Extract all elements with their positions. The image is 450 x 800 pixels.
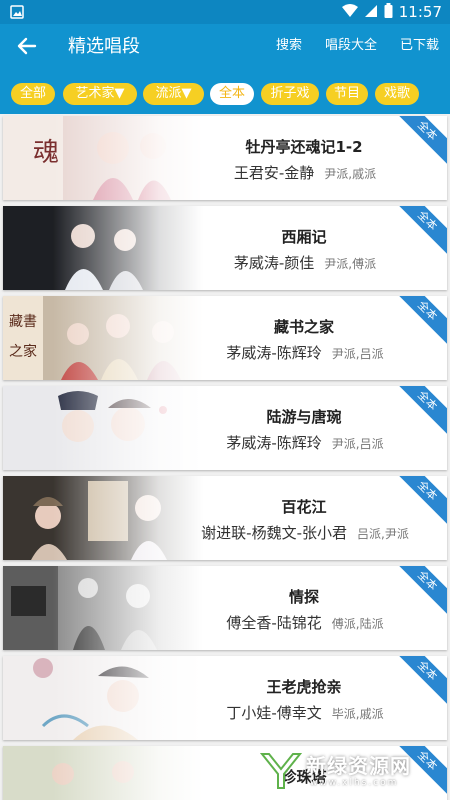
play-title: 陆游与唐琬 bbox=[266, 408, 342, 426]
page-title: 精选唱段 bbox=[68, 36, 140, 57]
play-title: 百花江 bbox=[281, 498, 327, 516]
play-meta: 丁小娃-傅幸文 毕派,戚派 bbox=[183, 702, 427, 723]
filter-chip-all[interactable]: 全部 bbox=[11, 83, 55, 105]
performers: 丁小娃-傅幸文 bbox=[226, 704, 322, 722]
play-title: 藏书之家 bbox=[273, 318, 334, 336]
list-item[interactable]: 百花江 谢进联-杨魏文-张小君 吕派,尹派 全本 bbox=[3, 476, 447, 560]
cover-thumbnail: 藏書之家 bbox=[3, 296, 203, 380]
all-arias-button[interactable]: 唱段大全 bbox=[325, 37, 377, 55]
aria-list: 魂 牡丹亭还魂记1-2 王君安-金静尹派,戚派 全本 西厢记 茅威涛-颜佳尹派,… bbox=[0, 114, 450, 800]
school-tag: 尹派,戚派 bbox=[324, 167, 377, 181]
filter-chip-artist[interactable]: 艺术家▼ bbox=[63, 83, 137, 105]
school-tag: 尹派,吕派 bbox=[331, 347, 384, 361]
list-item[interactable]: 西厢记 茅威涛-颜佳 尹派,傅派 全本 bbox=[3, 206, 447, 290]
list-item[interactable]: 情探 傅全香-陆锦花 傅派,陆派 全本 bbox=[3, 566, 447, 650]
filter-chip-excerpt[interactable]: 折子戏 bbox=[261, 83, 319, 105]
gallery-notification-icon bbox=[10, 4, 24, 23]
filter-bar: 全部 艺术家▼ 流派▼ 全本 折子戏 节目 戏歌 bbox=[0, 68, 450, 114]
performers: 谢进联-杨魏文-张小君 bbox=[201, 524, 347, 542]
play-meta: 王君安-金静 尹派,戚派 bbox=[183, 162, 427, 183]
play-title: 牡丹亭还魂记1-2 bbox=[245, 138, 363, 156]
wifi-icon bbox=[341, 3, 358, 22]
filter-chip-full-play[interactable]: 全本 bbox=[210, 83, 254, 105]
watermark-logo-icon bbox=[258, 750, 303, 794]
app-bar: 精选唱段 搜索 唱段大全 已下载 bbox=[0, 24, 450, 68]
play-meta: 茅威涛-陈辉玲 尹派,吕派 bbox=[183, 432, 427, 453]
cover-thumbnail bbox=[3, 386, 203, 470]
list-item[interactable]: 王老虎抢亲 丁小娃-傅幸文 毕派,戚派 全本 bbox=[3, 656, 447, 740]
list-item[interactable]: 魂 牡丹亭还魂记1-2 王君安-金静尹派,戚派 全本 bbox=[3, 116, 447, 200]
back-arrow-icon[interactable] bbox=[14, 33, 40, 59]
performers: 傅全香-陆锦花 bbox=[226, 614, 322, 632]
cover-thumbnail bbox=[3, 746, 203, 800]
status-bar: 11:57 bbox=[0, 0, 450, 24]
play-title: 西厢记 bbox=[281, 228, 327, 246]
play-title: 王老虎抢亲 bbox=[266, 678, 342, 696]
cover-thumbnail bbox=[3, 566, 203, 650]
search-button[interactable]: 搜索 bbox=[276, 37, 302, 55]
battery-icon bbox=[384, 2, 393, 22]
school-tag: 毕派,戚派 bbox=[331, 707, 384, 721]
school-tag: 尹派,傅派 bbox=[324, 257, 377, 271]
watermark-url: www.xlhs.com bbox=[310, 778, 399, 788]
cover-thumbnail: 魂 bbox=[3, 116, 203, 200]
play-meta: 茅威涛-颜佳 尹派,傅派 bbox=[183, 252, 427, 273]
list-item[interactable]: 陆游与唐琬 茅威涛-陈辉玲 尹派,吕派 全本 bbox=[3, 386, 447, 470]
status-time: 11:57 bbox=[398, 3, 442, 21]
performers: 王君安-金静 bbox=[233, 164, 315, 182]
cover-thumbnail bbox=[3, 476, 203, 560]
cover-thumbnail bbox=[3, 656, 203, 740]
play-title: 情探 bbox=[288, 588, 319, 606]
signal-icon bbox=[364, 3, 378, 22]
cover-thumbnail bbox=[3, 206, 203, 290]
downloaded-button[interactable]: 已下载 bbox=[400, 37, 439, 55]
school-tag: 尹派,吕派 bbox=[331, 437, 384, 451]
school-tag: 吕派,尹派 bbox=[357, 527, 409, 541]
school-tag: 傅派,陆派 bbox=[331, 617, 384, 631]
filter-chip-program[interactable]: 节目 bbox=[326, 83, 368, 105]
watermark: 新绿资源网 www.xlhs.com bbox=[258, 744, 450, 800]
list-item[interactable]: 藏書之家 藏书之家 茅威涛-陈辉玲尹派,吕派 全本 bbox=[3, 296, 447, 380]
play-meta: 傅全香-陆锦花 傅派,陆派 bbox=[183, 612, 427, 633]
play-meta: 谢进联-杨魏文-张小君 吕派,尹派 bbox=[183, 522, 427, 543]
play-meta: 茅威涛-陈辉玲 尹派,吕派 bbox=[183, 342, 427, 363]
performers: 茅威涛-陈辉玲 bbox=[226, 434, 322, 452]
performers: 茅威涛-陈辉玲 bbox=[226, 344, 322, 362]
watermark-text: 新绿资源网 bbox=[306, 754, 411, 778]
filter-chip-opera-song[interactable]: 戏歌 bbox=[375, 83, 419, 105]
performers: 茅威涛-颜佳 bbox=[233, 254, 315, 272]
filter-chip-school[interactable]: 流派▼ bbox=[143, 83, 204, 105]
